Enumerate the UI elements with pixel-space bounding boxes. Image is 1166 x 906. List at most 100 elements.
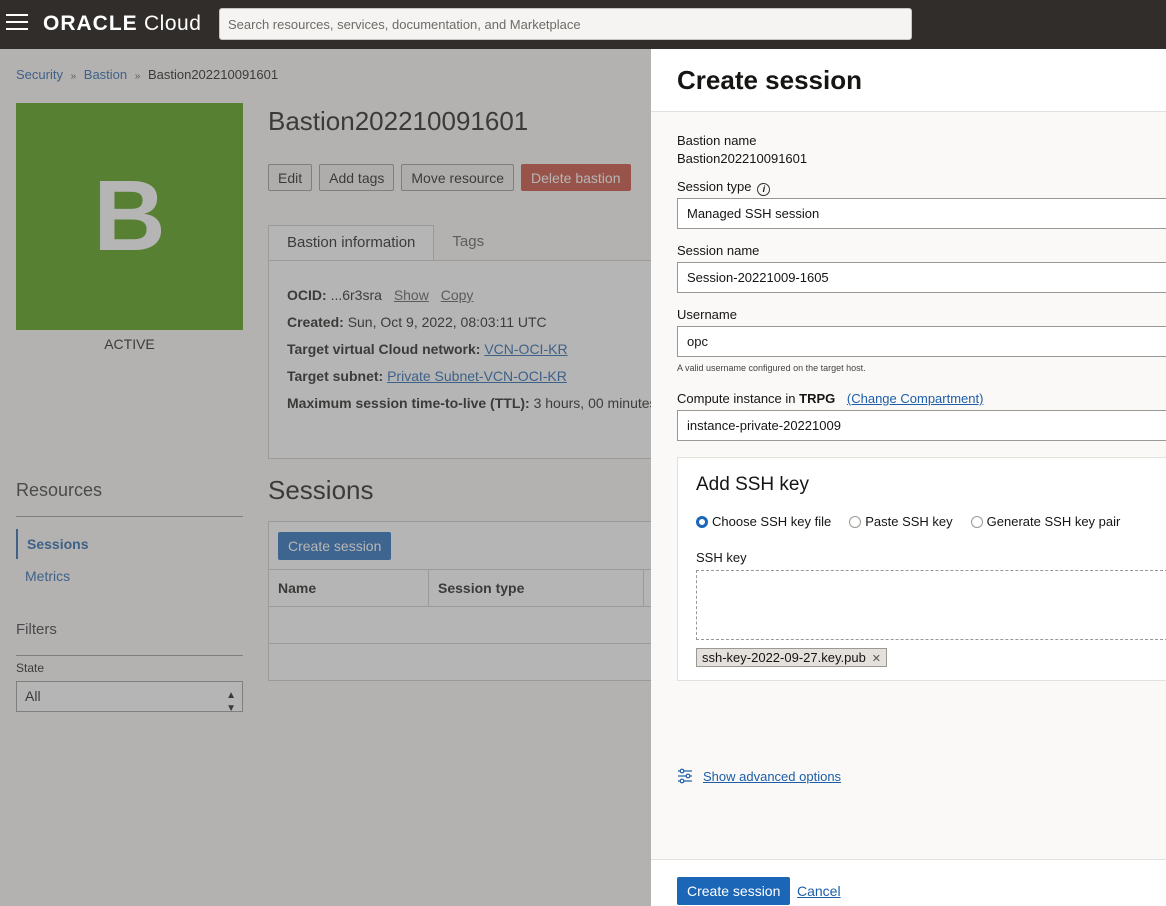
ocid-label: OCID: — [287, 287, 327, 303]
radio-selected-icon — [696, 515, 708, 528]
logo-product: Cloud — [144, 12, 202, 35]
vcn-link[interactable]: VCN-OCI-KR — [484, 341, 567, 357]
add-ssh-key-section: Add SSH key Choose SSH key file Paste SS… — [677, 457, 1166, 681]
info-icon[interactable]: i — [757, 183, 771, 196]
vcn-label: Target virtual Cloud network: — [287, 341, 481, 357]
ssh-key-label: SSH key — [696, 550, 747, 565]
table-row — [269, 607, 657, 644]
subnet-label: Target subnet: — [287, 368, 384, 384]
username-input[interactable] — [677, 326, 1166, 357]
resources-heading: Resources — [16, 480, 103, 500]
create-session-panel: Create session Bastion name Bastion20221… — [651, 49, 1166, 906]
add-tags-button[interactable]: Add tags — [319, 164, 395, 191]
column-header-session-type[interactable]: Session type — [429, 570, 644, 606]
resources-divider — [16, 516, 243, 517]
session-type-select[interactable]: Managed SSH session — [677, 198, 1166, 229]
table-header: Name Session type — [269, 569, 657, 607]
show-advanced-options[interactable]: Show advanced options — [677, 768, 841, 784]
sidebar-item-sessions[interactable]: Sessions — [16, 529, 243, 559]
top-navigation-bar: ORACLE Cloud — [0, 0, 1166, 49]
subnet-link[interactable]: Private Subnet-VCN-OCI-KR — [387, 368, 567, 384]
breadcrumb-security-link[interactable]: Security — [16, 67, 63, 82]
radio-choose-ssh-key-file[interactable]: Choose SSH key file — [696, 514, 831, 529]
panel-form: Bastion name Bastion202210091601 Session… — [651, 112, 1166, 859]
radio-paste-ssh-key[interactable]: Paste SSH key — [849, 514, 953, 529]
state-filter-select[interactable]: All ▲ ▼ — [16, 681, 243, 714]
panel-title: Create session — [677, 65, 862, 95]
breadcrumb: Security » Bastion » Bastion202210091601 — [16, 67, 278, 82]
ssh-key-file-chip: ssh-key-2022-09-27.key.pub ✕ — [696, 648, 888, 667]
compute-instance-select[interactable]: instance-private-20221009 — [677, 410, 1166, 441]
subnet-row: Target subnet: Private Subnet-VCN-OCI-KR — [287, 368, 639, 395]
copy-ocid-link[interactable]: Copy — [441, 287, 474, 303]
add-ssh-key-heading: Add SSH key — [696, 474, 809, 495]
tab-tags[interactable]: Tags — [434, 225, 502, 261]
panel-footer: Create session Cancel — [651, 859, 1166, 906]
tab-bastion-information[interactable]: Bastion information — [268, 225, 435, 261]
breadcrumb-separator: » — [70, 71, 77, 82]
remove-file-icon[interactable]: ✕ — [872, 653, 881, 665]
ttl-label: Maximum session time-to-live (TTL): — [287, 395, 530, 411]
vcn-row: Target virtual Cloud network: VCN-OCI-KR — [287, 341, 639, 368]
sessions-heading: Sessions — [268, 475, 374, 505]
bastion-icon-tile: B — [16, 103, 243, 330]
ttl-row: Maximum session time-to-live (TTL): 3 ho… — [287, 395, 657, 422]
ssh-key-option-group: Choose SSH key file Paste SSH key Genera… — [696, 514, 1120, 529]
filters-divider — [16, 655, 243, 656]
state-filter-label: State — [16, 661, 45, 675]
show-advanced-options-link[interactable]: Show advanced options — [703, 769, 841, 784]
radio-generate-ssh-key-pair[interactable]: Generate SSH key pair — [970, 514, 1120, 529]
edit-button[interactable]: Edit — [268, 164, 313, 191]
sliders-icon — [678, 768, 692, 784]
radio-label: Paste SSH key — [865, 514, 953, 529]
sidebar-item-metrics[interactable]: Metrics — [16, 561, 243, 591]
username-hint: A valid username configured on the targe… — [677, 363, 866, 373]
create-session-button[interactable]: Create session — [278, 532, 392, 560]
page-title: Bastion202210091601 — [268, 106, 529, 136]
radio-unselected-icon — [849, 515, 862, 528]
state-filter-value: All — [25, 688, 41, 704]
status-badge: ACTIVE — [104, 336, 155, 352]
breadcrumb-bastion-link[interactable]: Bastion — [84, 67, 127, 82]
compute-instance-label: Compute instance in TRPG (Change Compart… — [677, 391, 983, 406]
table-row — [269, 644, 657, 681]
create-session-submit-button[interactable]: Create session — [677, 877, 791, 905]
filters-heading: Filters — [16, 621, 57, 638]
session-name-label: Session name — [677, 243, 760, 258]
logo-brand: ORACLE — [43, 12, 138, 35]
chevron-updown-icon: ▲ ▼ — [226, 690, 236, 714]
global-search-input[interactable] — [219, 8, 912, 40]
bastion-name-value: Bastion202210091601 — [677, 151, 808, 166]
ocid-value: ...6r3sra — [330, 287, 382, 303]
session-type-label: Session type i — [677, 179, 771, 196]
created-label: Created: — [287, 314, 344, 330]
ssh-key-file-name: ssh-key-2022-09-27.key.pub — [702, 650, 866, 665]
column-header-name[interactable]: Name — [269, 570, 429, 606]
session-type-label-text: Session type — [677, 179, 752, 194]
hamburger-menu-icon[interactable] — [6, 14, 28, 32]
cancel-link[interactable]: Cancel — [797, 883, 841, 899]
radio-unselected-icon — [970, 515, 983, 528]
breadcrumb-current: Bastion202210091601 — [147, 67, 279, 82]
radio-label: Choose SSH key file — [712, 514, 832, 529]
bastion-name-label: Bastion name — [677, 133, 757, 148]
compute-label-prefix: Compute instance in — [677, 391, 796, 406]
ssh-key-dropzone[interactable] — [696, 570, 1166, 640]
delete-bastion-button[interactable]: Delete bastion — [520, 164, 631, 191]
oracle-cloud-logo[interactable]: ORACLE Cloud — [43, 12, 201, 36]
ttl-value: 3 hours, 00 minutes — [533, 395, 657, 411]
username-label: Username — [677, 307, 737, 322]
move-resource-button[interactable]: Move resource — [401, 164, 514, 191]
detail-tabs: Bastion information Tags — [268, 225, 502, 261]
ocid-row: OCID: ...6r3sra Show Copy — [287, 287, 639, 314]
compute-compartment-name: TRPG — [799, 391, 836, 406]
change-compartment-link[interactable]: (Change Compartment) — [847, 391, 984, 406]
bastion-information-panel: OCID: ...6r3sra Show Copy Created: Sun, … — [268, 260, 658, 459]
created-row: Created: Sun, Oct 9, 2022, 08:03:11 UTC — [287, 314, 639, 341]
show-ocid-link[interactable]: Show — [394, 287, 429, 303]
breadcrumb-separator: » — [134, 71, 141, 82]
created-value: Sun, Oct 9, 2022, 08:03:11 UTC — [347, 314, 547, 330]
action-bar: Edit Add tags Move resource Delete basti… — [268, 164, 631, 191]
session-name-input[interactable] — [677, 262, 1166, 293]
sessions-table: Create session Name Session type — [268, 521, 658, 681]
